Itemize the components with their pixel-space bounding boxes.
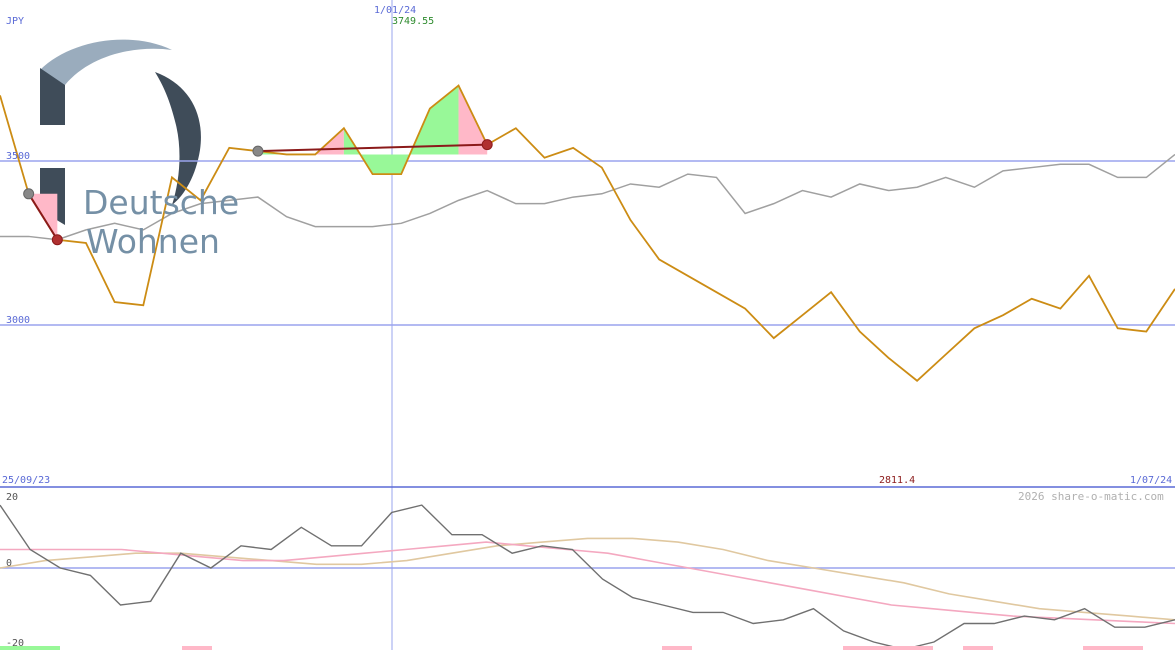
- date-marker-label: 1/01/24: [374, 5, 416, 16]
- signal-bar-5: [963, 646, 993, 650]
- osc-tick-minus-20: -20: [6, 638, 24, 649]
- tick-label-3500: 3500: [6, 151, 30, 162]
- signal-bar-6: [1083, 646, 1143, 650]
- swing-end-marker-1: [51, 234, 63, 246]
- tick-label-3000: 3000: [6, 315, 30, 326]
- copyright-label: 2026 share-o-matic.com: [1018, 490, 1164, 503]
- start-date-label: 25/09/23: [2, 475, 50, 486]
- oscillator-line: [0, 504, 1175, 650]
- share-chart: JPY 1/01/24 3749.55 3500 3000 25/09/23 2…: [0, 0, 1175, 650]
- swing-start-marker-1: [23, 188, 35, 200]
- marker-value-label: 3749.55: [392, 16, 434, 27]
- swing-end-marker-2: [481, 139, 493, 151]
- signal-pink-line: [0, 541, 1175, 625]
- logo-arc-top: [40, 39, 172, 85]
- signal-bar-4: [843, 646, 933, 650]
- currency-label: JPY: [6, 16, 24, 27]
- osc-tick-0: 0: [6, 558, 12, 569]
- logo-word-1: Deutsche: [83, 183, 239, 222]
- signal-bar-3: [662, 646, 692, 650]
- signal-bars: [0, 646, 1143, 650]
- osc-tick-20: 20: [6, 492, 18, 503]
- low-value-label: 2811.4: [879, 475, 915, 486]
- signal-bar-2: [182, 646, 212, 650]
- swing-start-marker-2: [252, 145, 264, 157]
- logo-word-2: Wohnen: [86, 222, 220, 261]
- end-date-label: 1/07/24: [1130, 475, 1172, 486]
